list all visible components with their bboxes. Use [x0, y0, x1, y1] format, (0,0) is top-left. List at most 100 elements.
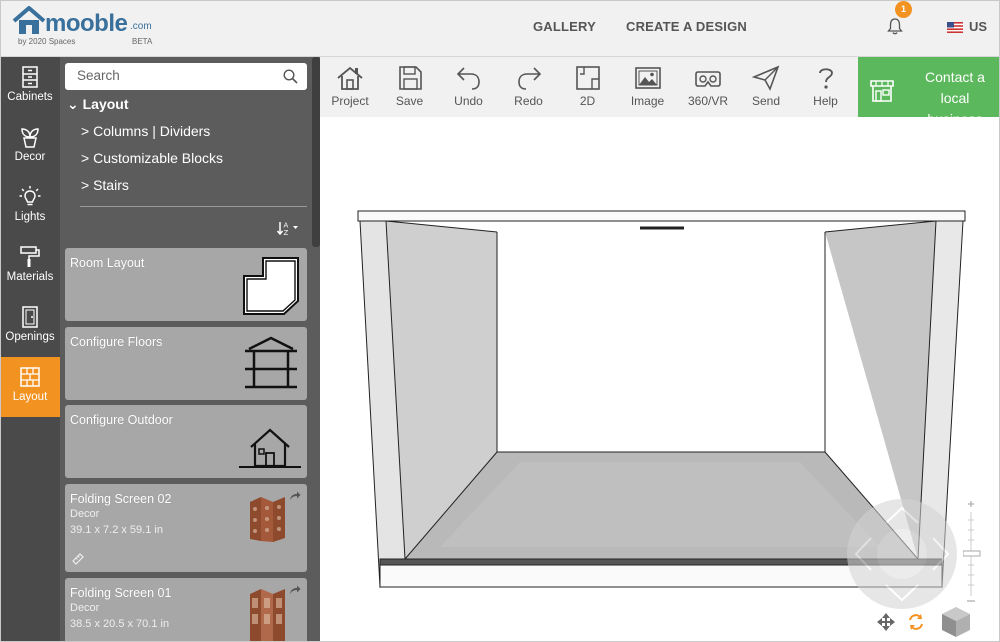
beta-label: BETA — [132, 37, 153, 46]
undo-icon — [456, 67, 480, 90]
plant-icon — [21, 128, 39, 148]
rail-label: Decor — [14, 151, 46, 163]
share-icon[interactable] — [289, 490, 301, 502]
locale-selector[interactable]: US — [969, 19, 987, 34]
undo-button[interactable]: Undo — [441, 57, 496, 117]
help-icon — [818, 68, 833, 89]
rail-label: Layout — [12, 391, 48, 403]
catalog-card-folding-screen-01[interactable]: Folding Screen 01 Decor 38.5 x 20.5 x 70… — [65, 578, 307, 642]
card-dimensions: 38.5 x 20.5 x 70.1 in — [70, 618, 170, 630]
catalog-card-configure-outdoor[interactable]: Configure Outdoor — [65, 405, 307, 478]
catalog-panel: ⌄ Layout > Columns | Dividers > Customiz… — [60, 57, 320, 642]
search-box — [65, 63, 307, 90]
nav-gallery-link[interactable]: GALLERY — [533, 19, 596, 34]
catalog-card-configure-floors[interactable]: Configure Floors — [65, 327, 307, 400]
rail-label: Openings — [5, 331, 55, 343]
save-icon — [398, 66, 422, 90]
folding-screen-thumbnail — [250, 589, 285, 642]
logo-suffix: .com — [130, 21, 152, 32]
tree-item-columns-dividers[interactable]: > Columns | Dividers — [81, 123, 210, 139]
send-button[interactable]: Send — [738, 57, 794, 117]
vr-360-button[interactable]: 360/VR — [680, 57, 736, 117]
contact-local-business-button[interactable]: Contact a local business — [858, 57, 1000, 117]
paint-roller-icon — [20, 246, 40, 267]
card-title: Configure Floors — [70, 335, 163, 349]
us-flag-icon — [947, 22, 963, 33]
logo-brand: mooble — [45, 10, 128, 37]
floors-icon — [245, 336, 297, 389]
tool-label: Image — [630, 94, 665, 108]
help-button[interactable]: Help — [798, 57, 853, 117]
tree-item-label: Customizable Blocks — [93, 150, 224, 166]
search-input[interactable] — [77, 68, 267, 83]
room-3d-view[interactable] — [320, 117, 1000, 642]
tool-label: Send — [751, 94, 781, 108]
zoom-handle[interactable] — [963, 550, 981, 557]
view-cube-icon[interactable] — [942, 607, 970, 637]
image-button[interactable]: Image — [619, 57, 676, 117]
storefront-icon — [870, 80, 894, 102]
rail-item-cabinets[interactable]: Cabinets — [0, 57, 60, 117]
catalog-card-folding-screen-02[interactable]: Folding Screen 02 Decor 39.1 x 7.2 x 59.… — [65, 484, 307, 572]
search-icon[interactable] — [283, 69, 298, 84]
save-button[interactable]: Save — [382, 57, 437, 117]
top-header: mooble .com by 2020 Spaces BETA GALLERY … — [0, 0, 1000, 57]
sort-az-icon[interactable]: A Z — [277, 220, 303, 236]
card-title: Room Layout — [70, 256, 145, 270]
tree-root-layout[interactable]: ⌄ Layout — [67, 96, 129, 113]
logo-byline: by 2020 Spaces — [18, 37, 76, 46]
view-2d-button[interactable]: 2D — [560, 57, 615, 117]
room-layout-icon — [243, 257, 299, 315]
rail-item-materials[interactable]: Materials — [0, 237, 60, 297]
tree-item-customizable-blocks[interactable]: > Customizable Blocks — [81, 150, 223, 166]
nav-create-design-link[interactable]: CREATE A DESIGN — [626, 19, 747, 34]
catalog-card-room-layout[interactable]: Room Layout — [65, 248, 307, 321]
tree-item-label: Stairs — [93, 177, 129, 193]
project-button[interactable]: Project — [322, 57, 378, 117]
share-icon[interactable] — [289, 584, 301, 596]
navigation-compass[interactable] — [847, 499, 957, 609]
tree-item-label: Columns | Dividers — [93, 123, 211, 139]
paper-plane-icon — [752, 65, 780, 91]
chevron-right-icon: > — [81, 177, 90, 193]
chevron-right-icon: > — [81, 123, 90, 139]
panel-scrollbar[interactable] — [312, 57, 320, 247]
tree-item-stairs[interactable]: > Stairs — [81, 177, 129, 193]
door-icon — [22, 306, 38, 328]
rail-label: Lights — [14, 211, 46, 223]
tool-label: Undo — [454, 94, 483, 108]
card-dimensions: 39.1 x 7.2 x 59.1 in — [70, 524, 163, 536]
tool-label: 2D — [579, 94, 596, 108]
rail-item-openings[interactable]: Openings — [0, 297, 60, 357]
card-category: Decor — [70, 508, 100, 520]
house-icon — [239, 428, 301, 468]
tool-label: Help — [813, 94, 838, 108]
tree-root-label: Layout — [82, 96, 129, 112]
card-category: Decor — [70, 602, 100, 614]
ruler-icon[interactable] — [72, 553, 84, 565]
zoom-slider[interactable] — [963, 500, 981, 610]
card-title: Folding Screen 01 — [70, 586, 172, 600]
redo-icon — [517, 67, 541, 90]
logo[interactable]: mooble .com by 2020 Spaces BETA — [12, 6, 162, 52]
pan-icon[interactable] — [877, 613, 895, 631]
rail-item-layout[interactable]: Layout — [0, 357, 60, 417]
brick-icon — [20, 367, 40, 387]
rail-item-lights[interactable]: Lights — [0, 177, 60, 237]
notification-badge: 1 — [895, 1, 912, 18]
floorplan-2d-icon — [575, 66, 600, 90]
design-canvas[interactable] — [320, 117, 1000, 642]
card-title: Folding Screen 02 — [70, 492, 172, 506]
redo-button[interactable]: Redo — [501, 57, 556, 117]
home-icon — [337, 66, 363, 90]
house-logo-icon — [12, 6, 46, 34]
tool-label: 360/VR — [687, 94, 729, 108]
bell-icon[interactable] — [886, 17, 904, 35]
bulb-icon — [19, 186, 41, 206]
contact-label: Contact a local business — [925, 69, 985, 117]
vr-headset-icon — [695, 71, 721, 87]
divider — [80, 206, 307, 207]
rail-item-decor[interactable]: Decor — [0, 117, 60, 177]
tool-label: Redo — [514, 94, 543, 108]
rotate-icon[interactable] — [906, 612, 926, 632]
